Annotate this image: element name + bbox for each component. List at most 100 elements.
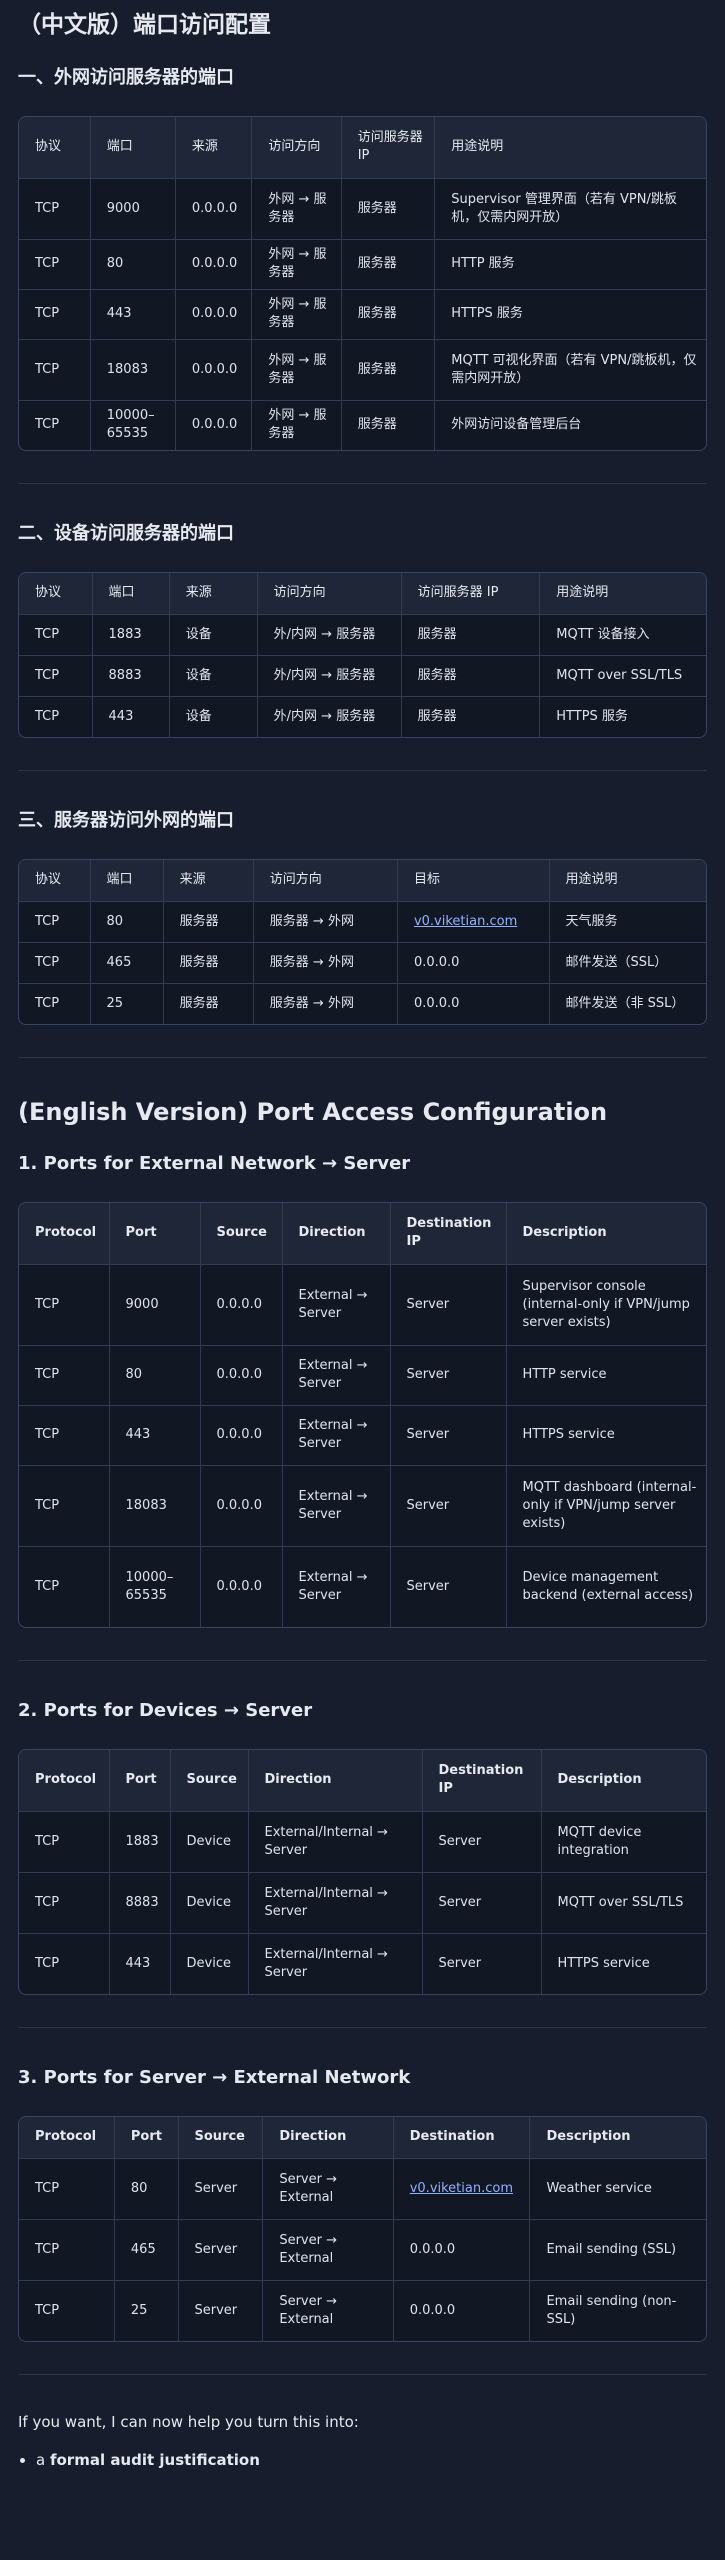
column-header: Direction [262,2117,394,2159]
table-cell: TCP [19,1811,110,1873]
table-cell: 8883 [109,1872,171,1934]
table-cell: 0.0.0.0 [393,2219,531,2281]
table-cell: 设备 [169,696,258,737]
zh-section-heading: 一、外网访问服务器的端口 [18,67,234,88]
table-header-row: 协议 端口 来源 访问方向 访问服务器 IP 用途说明 [19,573,706,615]
port-table: 协议 端口 来源 访问方向 访问服务器 IP 用途说明 TCP 1883 设备 外/内网 → 服务… [19,573,706,737]
table-cell: 外/内网 → 服务器 [257,655,402,697]
table-cell: 465 [114,2219,179,2281]
table-cell: MQTT over SSL/TLS [541,1872,706,1934]
closing-text: If you want, I can now help you turn thi… [18,2413,359,2431]
table-row: TCP 18083 0.0.0.0 External → Server Server MQ… [19,1465,706,1547]
table-cell: TCP [19,289,91,340]
table-cell: 外/内网 → 服务器 [257,696,402,737]
closing-list: a formal audit justification [18,2449,707,2471]
domain-link[interactable]: v0.viketian.com [414,914,517,929]
table-cell: 1883 [109,1811,171,1873]
table-cell: 9000 [90,178,176,240]
bullet-bold-text: formal audit justification [49,2451,260,2469]
bullet-prefix: a [36,2451,50,2469]
table-cell: 443 [92,696,170,737]
table-cell: Supervisor 管理界面（若有 VPN/跳板机，仅需内网开放） [434,178,706,240]
table-cell: HTTPS service [557,1955,650,1971]
column-header: 访问服务器 IP [401,573,541,615]
column-header: 来源 [169,573,258,615]
table-cell: TCP [19,696,93,737]
table-cell: Server [390,1546,507,1627]
table-cell: 443 [109,1405,201,1466]
chat-response: （中文版）端口访问配置 一、外网访问服务器的端口 协议 端口 来源 访问方向 访问服务器 … [0,0,725,2471]
table-cell: TCP [19,983,91,1024]
table-cell: 服务器 [163,942,254,984]
table-cell: Server [178,2219,264,2281]
en-port-table: Protocol Port Source Direction Destination I… [18,1749,707,1995]
table-row: TCP 465 服务器 服务器 → 外网 0.0.0.0 邮件发送（SSL） [19,942,706,984]
port-table: Protocol Port Source Direction Destination I… [19,1203,706,1627]
section-divider [18,770,707,771]
table-cell: 0.0.0.0 [175,339,253,401]
table-cell: Server [390,1264,507,1346]
zh-section-heading: 三、服务器访问外网的端口 [18,810,234,831]
table-cell: TCP [19,400,91,450]
table-cell: Email sending (SSL) [529,2219,706,2281]
table-cell: 0.0.0.0 [200,1546,283,1627]
table-cell: TCP [19,339,91,401]
table-cell: 9000 [109,1264,201,1346]
domain-link[interactable]: v0.viketian.com [410,2181,513,2196]
en-port-table: Protocol Port Source Direction Destination De… [18,2116,707,2342]
en-section-heading: 2. Ports for Devices → Server [18,1700,313,1721]
table-cell: External/Internal → Server [248,1872,423,1934]
section-divider [18,1660,707,1661]
table-cell: 外网访问设备管理后台 [451,417,582,433]
table-cell: 8883 [92,655,170,697]
table-cell: HTTP service [506,1345,706,1406]
table-cell: HTTPS 服务 [434,289,706,340]
table-cell: TCP [19,178,91,240]
zh-sections: 一、外网访问服务器的端口 协议 端口 来源 访问方向 访问服务器 IP 用途说明 TCP 900… [18,64,707,1058]
table-cell: 外/内网 → 服务器 [257,614,402,656]
table-row: TCP 443 0.0.0.0 外网 → 服务器 服务器 HTTPS 服务 [19,289,706,340]
table-cell: 0.0.0.0 [175,289,253,340]
table-cell: Device [170,1933,249,1994]
table-cell: 18083 [90,339,176,401]
table-cell: HTTP 服务 [434,239,706,290]
table-cell: 服务器 → 外网 [253,901,398,943]
table-cell: 外网 → 服务器 [251,239,342,290]
table-cell: TCP [19,655,93,697]
table-cell: TCP [19,1872,110,1934]
table-cell: 0.0.0.0 [397,983,550,1024]
table-cell: 服务器 [401,655,541,697]
table-row: TCP 443 Device External/Internal → Server Se… [19,1933,706,1994]
table-cell: 0.0.0.0 [393,2280,531,2341]
table-cell: 25 [114,2280,179,2341]
column-header: 访问方向 [257,573,402,615]
table-cell: Server [390,1345,507,1406]
table-cell: Server [422,1933,542,1994]
column-header: Direction [248,1750,423,1812]
table-cell: 0.0.0.0 [200,1264,283,1346]
table-cell: Weather service [529,2158,706,2220]
table-cell: 服务器 [341,400,436,450]
en-section-heading: 3. Ports for Server → External Network [18,2067,411,2088]
table-cell: 天气服务 [549,901,706,943]
table-cell: HTTPS 服务 [556,708,628,724]
zh-port-table: 协议 端口 来源 访问方向 访问服务器 IP 用途说明 TCP 1883 设备 外/内网 → 服务… [18,572,707,738]
section-divider [18,483,707,484]
table-cell: 外网 → 服务器 [251,400,342,450]
table-cell: External → Server [282,1345,391,1406]
column-header: Protocol [19,2117,115,2159]
table-cell: 465 [90,942,164,984]
table-cell: TCP [19,614,93,656]
table-cell: Server [422,1872,542,1934]
column-header: 端口 [90,117,176,179]
en-sections: 1. Ports for External Network → Server Pr… [18,1150,707,2375]
port-table: Protocol Port Source Direction Destination I… [19,1750,706,1994]
table-cell: HTTPS service [506,1405,706,1466]
column-header: Port [114,2117,179,2159]
table-cell: 设备 [169,655,258,697]
section-divider [18,1057,707,1058]
table-cell: 服务器 [341,239,436,290]
table-cell: 1883 [92,614,170,656]
table-cell: MQTT dashboard (internal-only if VPN/jum… [506,1465,706,1547]
table-cell: 10000–65535 [109,1546,201,1627]
